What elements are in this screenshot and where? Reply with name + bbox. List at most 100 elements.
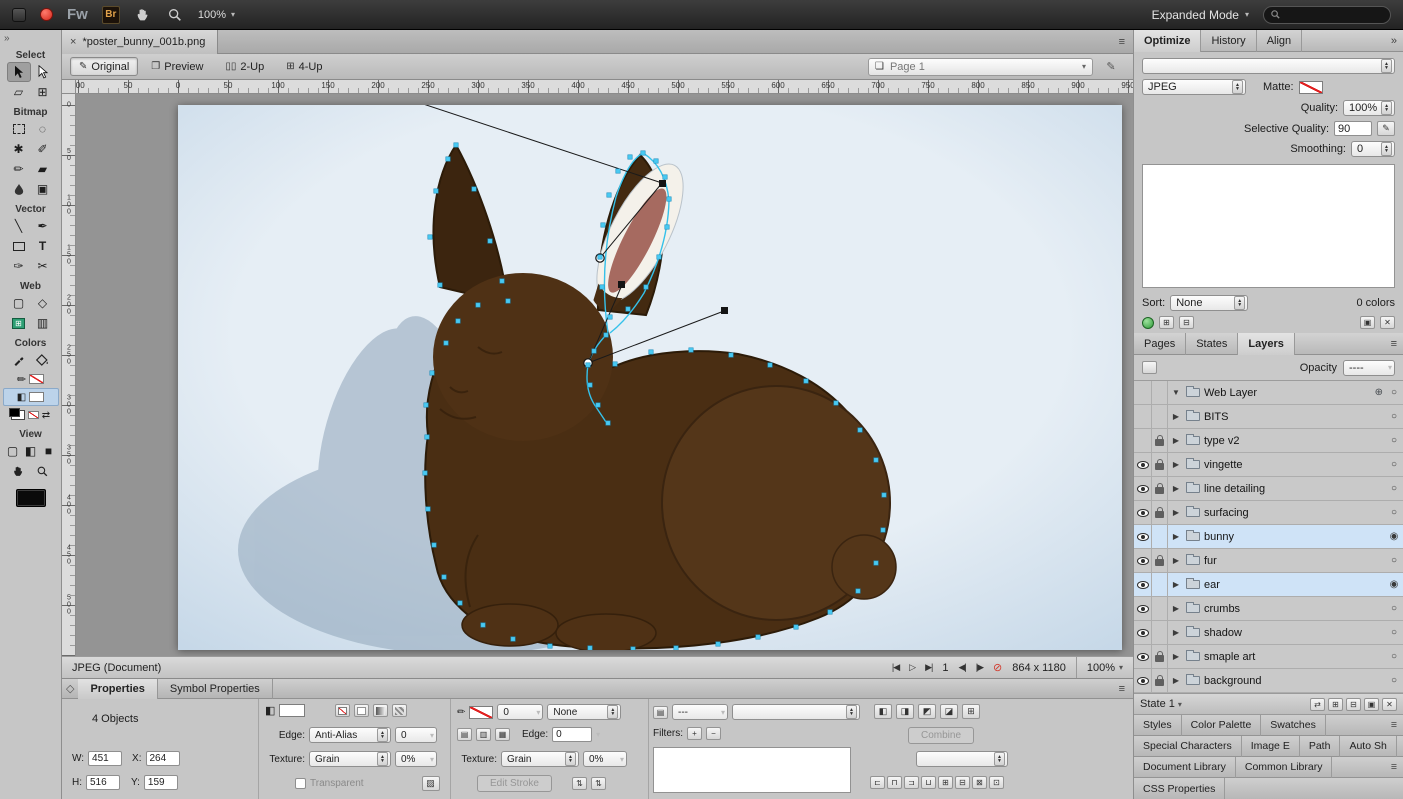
layer-row-line-detailing[interactable]: ▶line detailing○ — [1134, 477, 1403, 501]
layer-row-type-v2[interactable]: ▶type v2○ — [1134, 429, 1403, 453]
layer-row-surfacing[interactable]: ▶surfacing○ — [1134, 501, 1403, 525]
opacity-dropdown[interactable]: ----▾ — [1343, 360, 1395, 376]
eraser-tool[interactable]: ▰ — [31, 159, 55, 179]
text-tool[interactable]: T — [31, 236, 55, 256]
fill-edge-dropdown[interactable]: Anti-Alias▲▼ — [309, 727, 391, 743]
layer-row-BITS[interactable]: ▶BITS○ — [1134, 405, 1403, 429]
tab-path[interactable]: Path — [1300, 736, 1341, 757]
selective-quality-input[interactable]: 90 — [1334, 121, 1372, 136]
zoom-tool[interactable] — [31, 461, 55, 481]
close-tab-icon[interactable]: × — [70, 36, 76, 48]
layer-selection-circle[interactable]: ◉ — [1385, 531, 1403, 542]
stroke-color-well[interactable] — [29, 374, 44, 384]
layer-row-ear[interactable]: ▶ear◉ — [1134, 573, 1403, 597]
page-selector-dropdown[interactable]: ❏ Page 1 ▾ — [868, 58, 1093, 76]
x-input[interactable]: 264 — [146, 751, 180, 766]
layer-expand-arrow-icon[interactable]: ▶ — [1168, 604, 1184, 613]
layer-selection-circle[interactable]: ○ — [1385, 675, 1403, 686]
circle-hotspot-tool[interactable]: ◇ — [31, 293, 55, 313]
layers-menu-icon[interactable]: ≡ — [1385, 338, 1403, 350]
layer-lock-toggle[interactable] — [1152, 405, 1168, 429]
brush-tool[interactable]: ✐ — [31, 139, 55, 159]
distribute-v-button[interactable]: ⊡ — [989, 776, 1004, 789]
slice-tool[interactable]: ⊞ — [7, 313, 31, 333]
tab-layers[interactable]: Layers — [1238, 333, 1294, 355]
layer-visibility-toggle[interactable] — [1134, 381, 1152, 405]
tab-pages[interactable]: Pages — [1134, 333, 1186, 355]
layer-row-bunny[interactable]: ▶bunny◉ — [1134, 525, 1403, 549]
export-format-dropdown[interactable]: JPEG▲▼ — [1142, 79, 1246, 95]
search-input[interactable] — [1263, 6, 1391, 24]
tab-color-palette[interactable]: Color Palette — [1182, 715, 1262, 736]
stroke-category-dropdown[interactable]: None▲▼ — [547, 704, 621, 720]
new-sub-layer-button[interactable]: ⊟ — [1346, 698, 1361, 711]
fill-texture-dropdown[interactable]: Grain▲▼ — [309, 751, 391, 767]
layer-expand-arrow-icon[interactable]: ▶ — [1168, 460, 1184, 469]
crop-tool[interactable]: ⊞ — [31, 82, 55, 102]
layer-lock-toggle[interactable] — [1152, 669, 1168, 693]
fill-color-well[interactable] — [29, 392, 44, 402]
magic-wand-tool[interactable]: ✱ — [7, 139, 31, 159]
layer-selection-circle[interactable]: ○ — [1385, 459, 1403, 470]
transparency-button[interactable]: ⊟ — [1179, 316, 1194, 329]
fill-none-button[interactable] — [335, 704, 350, 717]
layer-row-vingette[interactable]: ▶vingette○ — [1134, 453, 1403, 477]
layer-visibility-toggle[interactable] — [1134, 477, 1152, 501]
hand-tool[interactable] — [7, 461, 31, 481]
tab-auto-shape[interactable]: Auto Sh — [1340, 736, 1396, 757]
collapse-tools-icon[interactable]: » — [0, 32, 14, 45]
tab-swatches[interactable]: Swatches — [1261, 715, 1326, 736]
align-middle-button[interactable]: ⊞ — [938, 776, 953, 789]
stroke-edge-input[interactable]: 0 — [552, 727, 592, 742]
full-screen-menu-mode-button[interactable]: ◧ — [22, 441, 40, 461]
pen-tool[interactable]: ✒ — [31, 216, 55, 236]
rectangle-tool[interactable] — [7, 236, 31, 256]
no-color-button[interactable] — [28, 411, 39, 419]
ruler-origin-corner[interactable] — [62, 80, 76, 94]
fill-texture-amount[interactable]: 0%▾ — [395, 751, 437, 767]
layer-expand-arrow-icon[interactable]: ▶ — [1168, 628, 1184, 637]
first-state-button[interactable]: |◀ — [892, 662, 899, 673]
rectangle-hotspot-tool[interactable]: ▢ — [7, 293, 31, 313]
screen-mode-chip[interactable] — [16, 489, 46, 507]
delete-color-button[interactable]: ✕ — [1380, 316, 1395, 329]
hand-icon[interactable] — [134, 6, 152, 24]
layer-expand-arrow-icon[interactable]: ▶ — [1168, 508, 1184, 517]
layer-row-Web-Layer[interactable]: ▼Web Layer⊕○ — [1134, 381, 1403, 405]
sort-dropdown[interactable]: None▲▼ — [1170, 295, 1248, 311]
layer-row-shadow[interactable]: ▶shadow○ — [1134, 621, 1403, 645]
layer-lock-toggle[interactable] — [1152, 453, 1168, 477]
saved-settings-dropdown[interactable]: ▲▼ — [1142, 58, 1395, 74]
layer-lock-toggle[interactable] — [1152, 621, 1168, 645]
layer-visibility-toggle[interactable] — [1134, 549, 1152, 573]
layer-expand-arrow-icon[interactable]: ▶ — [1168, 652, 1184, 661]
pointer-tool[interactable] — [7, 62, 31, 82]
bridge-icon[interactable]: Br — [102, 6, 120, 24]
height-input[interactable]: 516 — [86, 775, 120, 790]
play-button[interactable]: ▷ — [909, 662, 915, 673]
fill-gradient-button[interactable] — [373, 704, 388, 717]
fill-solid-button[interactable] — [354, 704, 369, 717]
next-state-button[interactable]: |▶ — [976, 662, 983, 673]
tab-states[interactable]: States — [1186, 333, 1238, 355]
polygon-slice-tool[interactable]: ▥ — [31, 313, 55, 333]
layer-lock-toggle[interactable] — [1152, 477, 1168, 501]
standard-screen-mode-button[interactable]: ▢ — [4, 441, 22, 461]
layer-visibility-toggle[interactable] — [1134, 453, 1152, 477]
tab-properties[interactable]: Properties — [78, 679, 157, 699]
paint-bucket-tool[interactable] — [31, 350, 55, 370]
scale-tool[interactable]: ▱ — [7, 82, 31, 102]
layer-lock-toggle[interactable] — [1152, 381, 1168, 405]
layer-row-crumbs[interactable]: ▶crumbs○ — [1134, 597, 1403, 621]
tab-image-editing[interactable]: Image E — [1242, 736, 1300, 757]
layer-expand-arrow-icon[interactable]: ▶ — [1168, 532, 1184, 541]
collapse-panels-icon[interactable]: » — [1385, 35, 1403, 47]
last-state-button[interactable]: ▶| — [925, 662, 932, 673]
layer-lock-toggle[interactable] — [1152, 597, 1168, 621]
lasso-tool[interactable]: ◌ — [31, 119, 55, 139]
swap-colors-button[interactable]: ⇄ — [42, 410, 50, 421]
layer-lock-toggle[interactable] — [1152, 573, 1168, 597]
tab-symbol-properties[interactable]: Symbol Properties — [158, 679, 273, 699]
layer-expand-arrow-icon[interactable]: ▶ — [1168, 484, 1184, 493]
delete-layer-button[interactable]: ✕ — [1382, 698, 1397, 711]
